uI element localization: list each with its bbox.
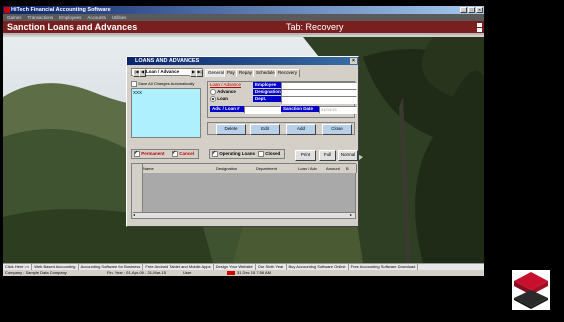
status-fin-year: Fin. Year : 01-Apr-09 - 31-Mar-15 [107,270,166,275]
adv-loan-number-label: Adv. / Loan # [210,106,245,112]
dept-field[interactable] [281,96,357,104]
designation-label: Designation [253,89,282,95]
add-button[interactable]: Add [286,124,316,135]
print-button[interactable]: Print [295,150,316,161]
menu-games[interactable]: Games [7,14,22,21]
employee-label: Employee [253,82,282,88]
permanent-label: Permanent [141,151,165,156]
horizontal-scrollbar[interactable]: ◂ ▸ [133,212,355,218]
cancel-option[interactable]: Cancel [172,149,195,158]
menu-utilities[interactable]: Utilities [112,14,127,21]
type-group-label: Loan / Advance [210,82,242,87]
app-icon [4,7,10,13]
status-indicator [227,271,235,275]
module-header: Sanction Loans and Advances Tab: Recover… [3,21,484,35]
normal-view-button[interactable]: Normal [338,150,358,161]
close-dialog-button[interactable]: Close [322,124,352,135]
operating-loans-checkbox[interactable] [212,149,218,157]
status-company: Company : Sample Data Company [5,270,67,275]
record-navigator: |◀ ◀ Loan / Advance ▶ ▶| [131,68,203,77]
scroll-left-icon[interactable]: ◂ [133,213,138,217]
sanction-date-label: Sanction Date [281,106,320,112]
status-datetime: 31 Dec 15 7:56 AM [237,270,272,275]
menu-bar: Games Transactions Employees Accounts Ut… [3,14,484,21]
form-panel: Loan / Advance Advance Loan Employee Des… [207,81,357,118]
link-bar: Click Here >> Web Based Accounting Accou… [3,263,484,270]
cancel-label: Cancel [179,151,195,156]
menu-transactions[interactable]: Transactions [28,14,54,21]
navigator-label: Loan / Advance [146,69,180,74]
menu-employees[interactable]: Employees [59,14,81,21]
row-header-column [132,164,143,218]
layered-diamond-logo-icon [514,272,548,309]
permanent-checkbox[interactable] [134,149,140,157]
type-advance-option[interactable]: Advance [210,89,236,95]
delete-button[interactable]: Delete [216,124,246,135]
col-b[interactable]: B [345,164,357,173]
dialog-title: LOANS AND ADVANCES [135,58,200,64]
col-name[interactable]: Name [142,164,217,173]
close-button[interactable]: × [476,7,483,13]
auto-save-option[interactable]: Save All Changes Automatically [131,81,203,87]
closed-option[interactable]: Closed [258,150,280,158]
cancel-checkbox[interactable] [172,149,178,157]
col-loan-adv[interactable]: Loan / Adv [297,164,327,173]
record-list[interactable]: XXX [131,88,201,139]
scroll-up-button[interactable] [477,23,482,27]
col-designation[interactable]: Designation [215,164,257,173]
action-bar: Delete Edit Add Close [207,122,355,135]
tab-caption: Tab: Recovery [286,22,344,32]
status-filter-group: Permanent Cancel [131,149,199,159]
title-bar: HiTech Financial Accounting Software _ □… [3,6,484,14]
auto-save-label: Save All Changes Automatically [138,81,195,87]
left-panel: Save All Changes Automatically XXX [131,81,203,141]
closed-checkbox[interactable] [258,150,264,157]
brand-logo [512,270,550,310]
minimize-button[interactable]: _ [460,7,467,13]
edit-button[interactable]: Edit [250,124,280,135]
col-amount[interactable]: Amount [325,164,347,173]
tab-recovery[interactable]: Recovery [275,69,301,77]
status-user: User [183,270,192,275]
advance-radio[interactable] [210,89,216,95]
col-department[interactable]: Department [255,164,299,173]
operating-loans-option[interactable]: Operating Loans [212,149,256,158]
dept-label: Dept. [253,96,282,102]
sanction-date-field[interactable]: 01/04/15 [319,106,357,114]
app-title: HiTech Financial Accounting Software [11,7,111,13]
loan-radio[interactable] [210,96,216,102]
loan-label: Loan [217,96,229,102]
loans-grid[interactable]: S.No Name Designation Department Loan / … [131,163,357,219]
scroll-down-button[interactable] [477,28,482,32]
prev-record-button[interactable]: ◀ [139,69,146,77]
dialog-title-bar: LOANS AND ADVANCES × [127,57,358,65]
operating-loans-label: Operating Loans [219,151,256,156]
record-list-item[interactable]: XXX [133,90,142,95]
menu-accounts[interactable]: Accounts [87,14,106,21]
full-view-button[interactable]: Full [319,150,336,161]
loan-filter-group: Operating Loans Closed [209,149,285,159]
permanent-option[interactable]: Permanent [134,149,165,158]
maximize-button[interactable]: □ [468,7,475,13]
auto-save-checkbox[interactable] [131,81,137,87]
type-loan-option[interactable]: Loan [210,96,228,102]
adv-loan-number-field[interactable] [244,106,281,114]
status-bar: Company : Sample Data Company Fin. Year … [3,270,484,276]
advance-label: Advance [217,89,236,95]
scroll-right-icon[interactable]: ▸ [350,213,355,217]
module-title: Sanction Loans and Advances [7,22,138,32]
dialog-close-icon[interactable]: × [350,58,357,64]
last-record-button[interactable]: ▶| [196,69,203,77]
loans-dialog: LOANS AND ADVANCES × |◀ ◀ Loan / Advance… [126,56,359,227]
closed-label: Closed [265,151,281,156]
